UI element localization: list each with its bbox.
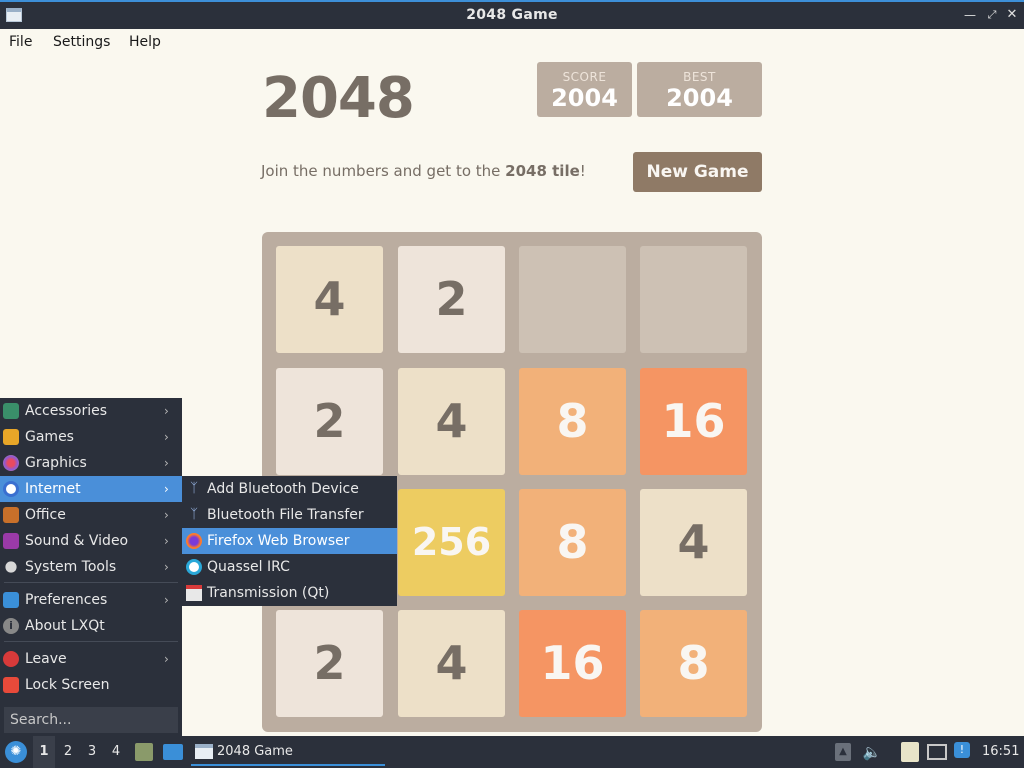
- tile: 2: [276, 610, 383, 717]
- empty-cell: [640, 246, 747, 353]
- empty-cell: [519, 246, 626, 353]
- submenu-item-firefox[interactable]: Firefox Web Browser: [182, 528, 397, 554]
- tile: 2: [276, 368, 383, 475]
- score-label: SCORE: [562, 70, 607, 84]
- power-icon: [3, 651, 19, 667]
- tile: 4: [640, 489, 747, 596]
- start-menu-icon[interactable]: ✺: [5, 741, 27, 763]
- menu-item-about[interactable]: i About LXQt: [0, 613, 182, 639]
- taskbar: ✺ 1 2 3 4 2048 Game ▲ 🔈 ! 16:51: [0, 736, 1024, 768]
- menu-item-games[interactable]: Games ›: [0, 424, 182, 450]
- menu-settings[interactable]: Settings: [53, 34, 110, 50]
- menu-bar: File Settings Help: [0, 29, 1024, 57]
- application-menu: Accessories › Games › Graphics › Internet › …: [0, 398, 182, 736]
- submenu-item-bluetooth-transfer[interactable]: ᛉ Bluetooth File Transfer: [182, 502, 397, 528]
- intro-text: Join the numbers and get to the 2048 til…: [261, 162, 586, 180]
- firefox-icon: [186, 533, 202, 549]
- submenu-item-transmission[interactable]: Transmission (Qt): [182, 580, 397, 606]
- lock-icon: [3, 677, 19, 693]
- tile: 8: [640, 610, 747, 717]
- system-tools-icon: [5, 561, 17, 573]
- clock[interactable]: 16:51: [982, 736, 1019, 768]
- best-value: 2004: [666, 84, 733, 112]
- quassel-icon: [186, 559, 202, 575]
- bluetooth-icon: ᛉ: [190, 507, 198, 522]
- submenu-item-add-bluetooth[interactable]: ᛉ Add Bluetooth Device: [182, 476, 397, 502]
- clipboard-icon[interactable]: [901, 742, 919, 762]
- info-icon: i: [3, 618, 19, 634]
- tile: 16: [640, 368, 747, 475]
- menu-item-system-tools[interactable]: System Tools ›: [0, 554, 182, 580]
- graphics-icon: [3, 455, 19, 471]
- tile: 4: [398, 368, 505, 475]
- new-game-button[interactable]: New Game: [633, 152, 762, 192]
- volume-icon[interactable]: 🔈: [862, 736, 882, 768]
- tray-arrow-icon[interactable]: ▲: [835, 743, 851, 761]
- file-manager-icon[interactable]: [135, 743, 153, 761]
- window-app-icon: [195, 744, 213, 759]
- window-title: 2048 Game: [466, 7, 558, 23]
- menu-search-input[interactable]: Search...: [4, 707, 178, 733]
- tile: 256: [398, 489, 505, 596]
- workspace-2[interactable]: 2: [58, 736, 78, 768]
- menu-item-graphics[interactable]: Graphics ›: [0, 450, 182, 476]
- menu-item-accessories[interactable]: Accessories ›: [0, 398, 182, 424]
- menu-file[interactable]: File: [9, 34, 32, 50]
- workspace-4[interactable]: 4: [106, 736, 126, 768]
- tile: 16: [519, 610, 626, 717]
- show-desktop-icon[interactable]: [163, 744, 183, 760]
- games-icon: [3, 429, 19, 445]
- menu-separator: [4, 641, 178, 642]
- menu-separator: [4, 582, 178, 583]
- menu-help[interactable]: Help: [129, 34, 161, 50]
- close-icon[interactable]: ✕: [1004, 6, 1020, 24]
- menu-item-leave[interactable]: Leave ›: [0, 646, 182, 672]
- internet-submenu: ᛉ Add Bluetooth Device ᛉ Bluetooth File …: [182, 476, 397, 606]
- menu-item-lock-screen[interactable]: Lock Screen: [0, 672, 182, 698]
- internet-icon: [3, 481, 19, 497]
- menu-item-sound-video[interactable]: Sound & Video ›: [0, 528, 182, 554]
- accessories-icon: [3, 403, 19, 419]
- menu-item-preferences[interactable]: Preferences ›: [0, 587, 182, 613]
- network-icon[interactable]: [927, 744, 947, 760]
- score-value: 2004: [551, 84, 618, 112]
- score-box: SCORE 2004: [537, 62, 632, 117]
- transmission-icon: [186, 585, 202, 601]
- office-icon: [3, 507, 19, 523]
- menu-item-internet[interactable]: Internet ›: [0, 476, 182, 502]
- workspace-3[interactable]: 3: [82, 736, 102, 768]
- title-bar: 2048 Game — ⤢ ✕: [0, 0, 1024, 29]
- tile: 4: [276, 246, 383, 353]
- sound-video-icon: [3, 533, 19, 549]
- task-button-2048[interactable]: 2048 Game: [191, 736, 385, 766]
- submenu-item-quassel[interactable]: Quassel IRC: [182, 554, 397, 580]
- game-title: 2048: [262, 66, 415, 131]
- menu-item-office[interactable]: Office ›: [0, 502, 182, 528]
- tile: 8: [519, 368, 626, 475]
- preferences-icon: [3, 592, 19, 608]
- tile: 8: [519, 489, 626, 596]
- workspace-1[interactable]: 1: [33, 736, 55, 768]
- minimize-icon[interactable]: —: [962, 6, 978, 24]
- bluetooth-icon: ᛉ: [190, 481, 198, 496]
- maximize-icon[interactable]: ⤢: [984, 6, 1000, 24]
- best-label: BEST: [683, 70, 716, 84]
- best-box: BEST 2004: [637, 62, 762, 117]
- tile: 2: [398, 246, 505, 353]
- tile: 4: [398, 610, 505, 717]
- task-title: 2048 Game: [217, 744, 293, 759]
- notification-icon[interactable]: !: [954, 742, 970, 758]
